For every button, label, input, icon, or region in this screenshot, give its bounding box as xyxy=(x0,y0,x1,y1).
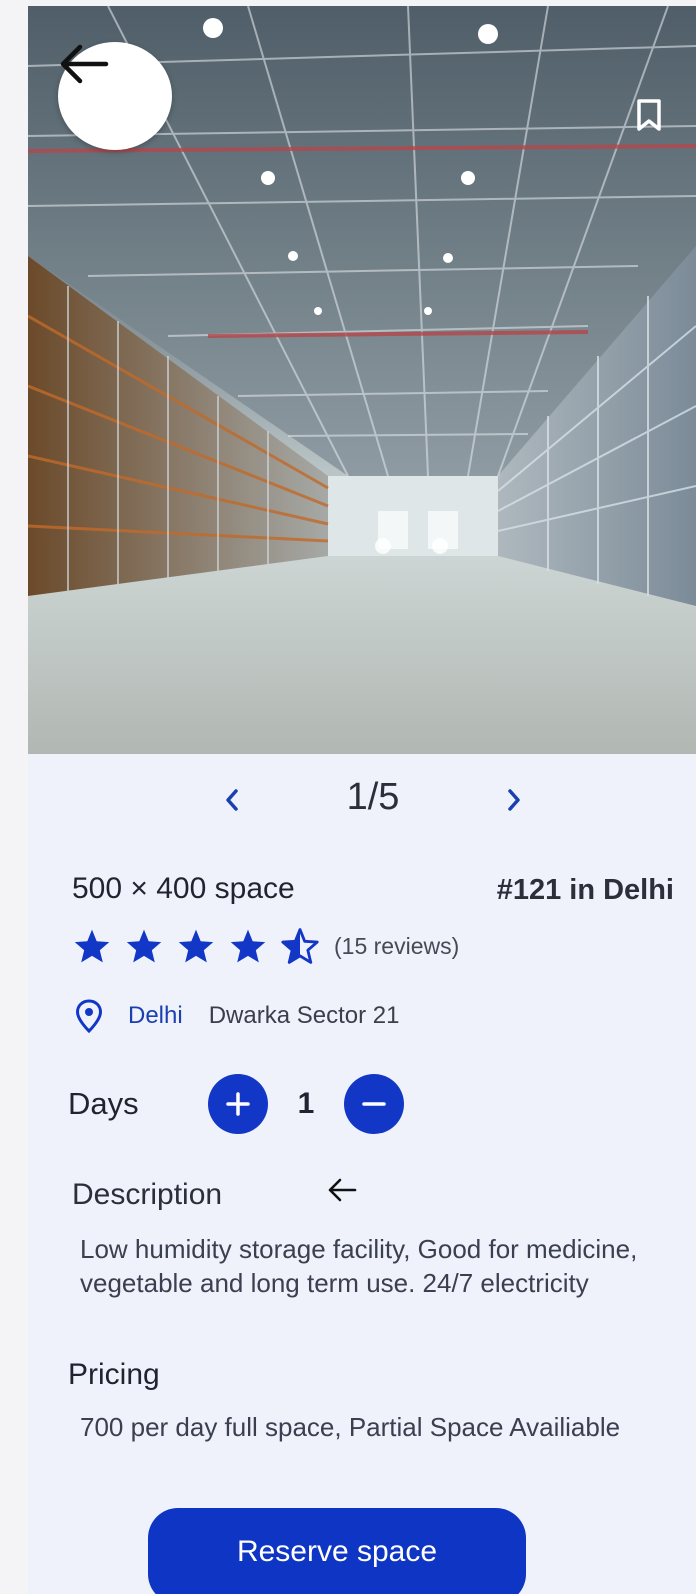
pricing-text: 700 per day full space, Partial Space Av… xyxy=(80,1412,621,1442)
chevron-left-icon xyxy=(226,789,238,811)
next-image-button[interactable] xyxy=(496,782,532,818)
listing-rank: #121 in Delhi xyxy=(496,874,674,906)
description-heading: Description xyxy=(72,1178,223,1211)
bookmark-icon xyxy=(637,99,661,131)
arrow-left-icon xyxy=(60,44,109,84)
days-stepper: Days 1 xyxy=(68,1074,404,1134)
star-full-icon xyxy=(124,926,164,966)
image-counter: 1/5 xyxy=(346,776,400,818)
location-row: Delhi Dwarka Sector 21 xyxy=(72,996,399,1036)
star-full-icon xyxy=(72,926,112,966)
minus-icon xyxy=(362,1102,386,1106)
location-pin-icon xyxy=(72,996,106,1036)
review-count[interactable]: (15 reviews) xyxy=(334,933,459,960)
plus-icon xyxy=(226,1092,250,1116)
listing-screen: 1/5 500 × 400 space #121 in Delhi (15 re… xyxy=(28,6,696,1594)
previous-image-button[interactable] xyxy=(214,782,250,818)
location-area: Dwarka Sector 21 xyxy=(208,1002,400,1029)
warehouse-photo xyxy=(28,6,696,754)
location-city[interactable]: Delhi xyxy=(128,1002,183,1030)
gallery-pager: 1/5 xyxy=(28,766,696,836)
decrease-days-button[interactable] xyxy=(344,1074,404,1134)
days-label: Days xyxy=(68,1086,139,1121)
listing-title: 500 × 400 space xyxy=(72,872,295,905)
star-half-icon xyxy=(280,926,320,966)
rating-stars: (15 reviews) xyxy=(72,926,459,966)
reserve-space-button[interactable]: Reserve space xyxy=(148,1508,526,1594)
description-toggle-button[interactable] xyxy=(322,1172,362,1208)
back-button[interactable] xyxy=(58,42,172,150)
bookmark-button[interactable] xyxy=(636,98,670,138)
increase-days-button[interactable] xyxy=(208,1074,268,1134)
days-value: 1 xyxy=(297,1087,315,1120)
chevron-right-icon xyxy=(508,789,520,811)
star-full-icon xyxy=(176,926,216,966)
star-full-icon xyxy=(228,926,268,966)
pricing-heading: Pricing xyxy=(68,1358,160,1391)
arrow-left-icon xyxy=(328,1178,357,1202)
description-text: Low humidity storage facility, Good for … xyxy=(80,1234,638,1298)
